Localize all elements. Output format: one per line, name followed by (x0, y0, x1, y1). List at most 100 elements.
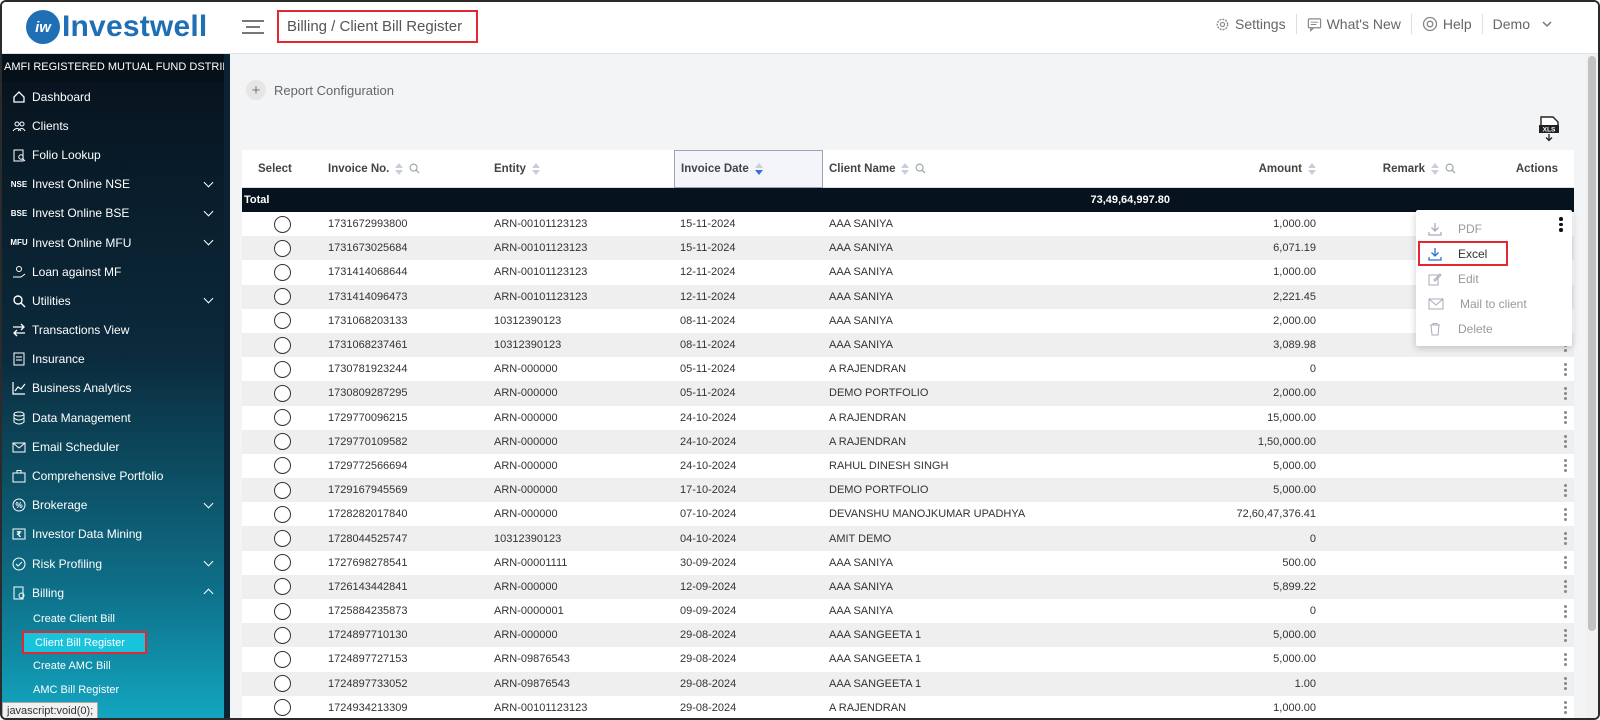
sidebar-item-investor-data-mining[interactable]: ₹ Investor Data Mining (2, 520, 230, 549)
sidebar-item-invest-online-bse[interactable]: BSE Invest Online BSE (2, 199, 230, 228)
search-icon[interactable] (915, 163, 927, 174)
scrollbar-thumb[interactable] (1588, 56, 1596, 631)
user-menu[interactable]: Demo (1483, 14, 1564, 34)
menu-item-delete[interactable]: Delete (1416, 316, 1572, 341)
row-select-radio[interactable] (273, 384, 291, 402)
sort-desc-icon[interactable] (754, 162, 763, 175)
row-actions-kebab-icon[interactable] (1560, 507, 1570, 522)
header-invoice-no[interactable]: Invoice No. (322, 162, 488, 175)
sidebar-subitem-amc-bill-register[interactable]: AMC Bill Register (2, 678, 230, 702)
menu-toggle-icon[interactable] (242, 16, 264, 38)
header-select: Select (258, 162, 292, 175)
row-select-radio[interactable] (273, 699, 291, 717)
svg-text:₹: ₹ (16, 530, 22, 539)
sidebar-item-clients[interactable]: Clients (2, 111, 230, 140)
entity-cell: ARN-00101123123 (494, 701, 588, 714)
row-actions-kebab-icon[interactable] (1560, 676, 1570, 691)
sidebar-item-dashboard[interactable]: Dashboard (2, 82, 230, 111)
header-remark[interactable]: Remark (1326, 162, 1476, 175)
search-icon[interactable] (409, 163, 420, 174)
row-select-radio[interactable] (273, 554, 291, 572)
sidebar-item-comprehensive-portfolio[interactable]: Comprehensive Portfolio (2, 461, 230, 490)
kebab-menu-icon[interactable] (1556, 216, 1566, 233)
menu-item-excel[interactable]: Excel (1418, 241, 1508, 266)
row-select-radio[interactable] (273, 530, 291, 548)
row-select-radio[interactable] (273, 675, 291, 693)
sidebar-item-business-analytics[interactable]: Business Analytics (2, 374, 230, 403)
header-amount[interactable]: Amount (1149, 162, 1326, 175)
sidebar-item-utilities[interactable]: Utilities (2, 286, 230, 315)
main-scrollbar[interactable] (1586, 54, 1598, 718)
row-select-radio[interactable] (273, 409, 291, 427)
sidebar-item-invest-online-mfu[interactable]: MFU Invest Online MFU (2, 228, 230, 257)
row-select-radio[interactable] (273, 602, 291, 620)
sort-icon[interactable] (395, 162, 404, 175)
help-link[interactable]: Help (1412, 14, 1483, 34)
row-actions-kebab-icon[interactable] (1560, 410, 1570, 425)
sidebar-item-label: Invest Online MFU (32, 235, 132, 250)
sidebar-item-brokerage[interactable]: % Brokerage (2, 491, 230, 520)
breadcrumb: Billing / Client Bill Register (277, 10, 478, 43)
sidebar-item-label: Utilities (32, 293, 71, 308)
row-actions-kebab-icon[interactable] (1560, 628, 1570, 643)
row-actions-kebab-icon[interactable] (1560, 434, 1570, 449)
row-select-radio[interactable] (273, 288, 291, 306)
investwell-logo[interactable]: iw Investwell (26, 10, 207, 44)
sidebar-item-label: Invest Online BSE (32, 206, 130, 221)
row-actions-kebab-icon[interactable] (1560, 579, 1570, 594)
row-actions-kebab-icon[interactable] (1560, 386, 1570, 401)
sort-icon[interactable] (1308, 162, 1316, 175)
settings-link[interactable]: Settings (1205, 14, 1297, 34)
sort-icon[interactable] (531, 162, 540, 175)
row-select-radio[interactable] (273, 481, 291, 499)
xls-export-icon[interactable]: XLS (1538, 116, 1560, 142)
row-select-radio[interactable] (273, 263, 291, 281)
sidebar-item-transactions-view[interactable]: Transactions View (2, 316, 230, 345)
menu-item-mail-to-client[interactable]: Mail to client (1416, 291, 1572, 316)
sidebar-item-risk-profiling[interactable]: Risk Profiling (2, 549, 230, 578)
sidebar-item-loan-against-mf[interactable]: Loan against MF (2, 257, 230, 286)
whats-new-link[interactable]: What's New (1297, 14, 1412, 34)
menu-item-pdf[interactable]: PDF (1416, 216, 1572, 241)
sidebar-item-folio-lookup[interactable]: Folio Lookup (2, 140, 230, 169)
row-actions-kebab-icon[interactable] (1560, 458, 1570, 473)
sidebar-subitem-client-bill-register[interactable]: Client Bill Register (22, 630, 147, 655)
row-select-radio[interactable] (273, 578, 291, 596)
row-actions-kebab-icon[interactable] (1560, 555, 1570, 570)
sidebar-subitem-create-client-bill[interactable]: Create Client Bill (2, 607, 230, 631)
invoice-date-cell: 09-09-2024 (680, 605, 737, 618)
sort-icon[interactable] (1431, 162, 1439, 175)
amount-cell: 0 (1309, 363, 1316, 376)
row-actions-kebab-icon[interactable] (1560, 483, 1570, 498)
row-select-radio[interactable] (273, 457, 291, 475)
row-actions-kebab-icon[interactable] (1560, 531, 1570, 546)
row-select-radio[interactable] (273, 626, 291, 644)
sidebar-item-data-management[interactable]: Data Management (2, 403, 230, 432)
sidebar-subitem-create-amc-bill[interactable]: Create AMC Bill (2, 654, 230, 678)
menu-item-label: Edit (1458, 271, 1479, 286)
search-icon[interactable] (1445, 163, 1456, 174)
header-entity[interactable]: Entity (488, 162, 674, 175)
row-select-radio[interactable] (273, 215, 291, 233)
row-actions-kebab-icon[interactable] (1560, 362, 1570, 377)
header-invoice-date[interactable]: Invoice Date (674, 149, 823, 188)
row-select-radio[interactable] (273, 239, 291, 257)
row-actions-kebab-icon[interactable] (1560, 652, 1570, 667)
row-select-radio[interactable] (273, 336, 291, 354)
sidebar-item-insurance[interactable]: Insurance (2, 345, 230, 374)
sidebar-item-email-scheduler[interactable]: Email Scheduler (2, 432, 230, 461)
row-actions-kebab-icon[interactable] (1560, 604, 1570, 619)
report-configuration-button[interactable]: + Report Configuration (246, 80, 394, 100)
menu-item-edit[interactable]: Edit (1416, 266, 1572, 291)
row-actions-kebab-icon[interactable] (1560, 700, 1570, 715)
header-client-name[interactable]: Client Name (823, 162, 1149, 175)
sidebar-item-billing[interactable]: Billing (2, 578, 230, 607)
row-select-radio[interactable] (273, 505, 291, 523)
row-select-radio[interactable] (273, 433, 291, 451)
sidebar-item-invest-online-nse[interactable]: NSE Invest Online NSE (2, 170, 230, 199)
row-select-radio[interactable] (273, 360, 291, 378)
row-select-radio[interactable] (273, 312, 291, 330)
row-select-radio[interactable] (273, 650, 291, 668)
invoice-no-cell: 1731414068644 (328, 266, 408, 279)
sort-icon[interactable] (901, 162, 910, 175)
